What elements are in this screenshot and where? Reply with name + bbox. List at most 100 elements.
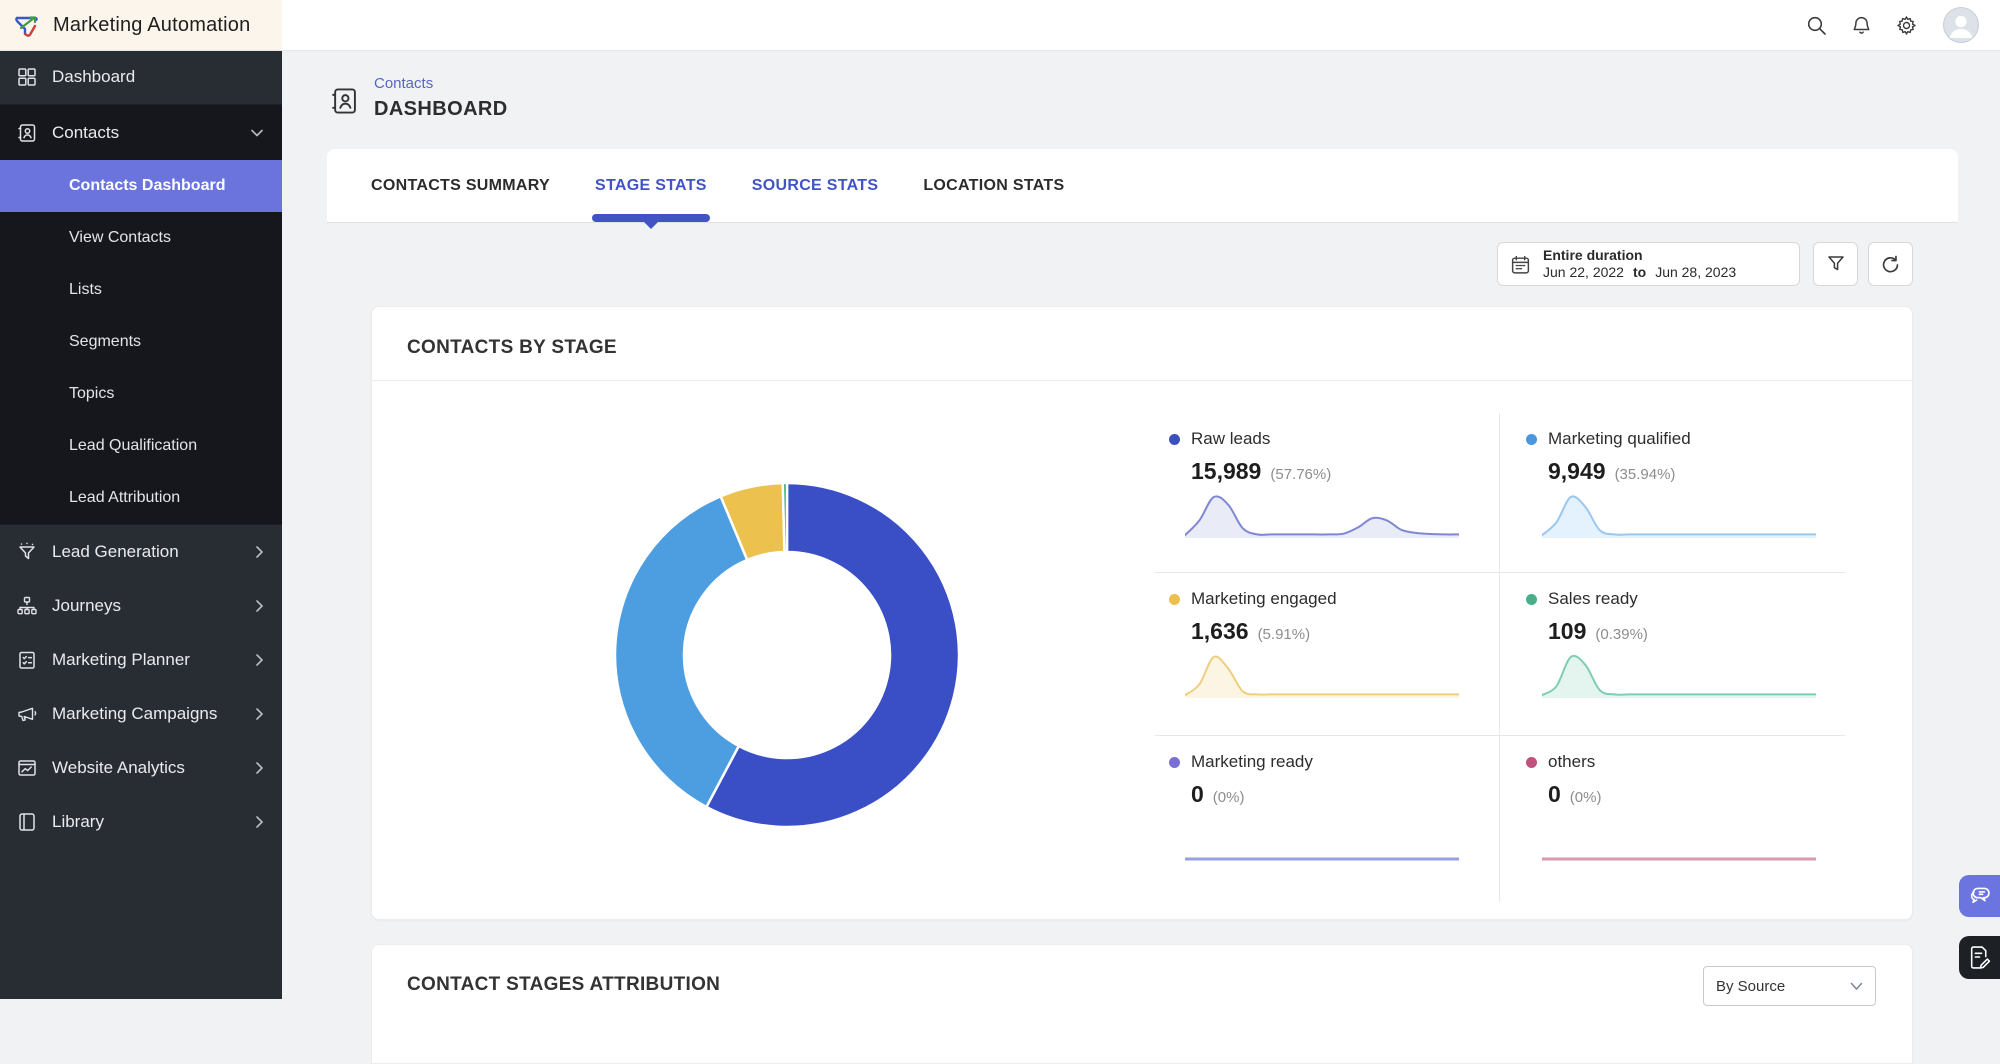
sidebar-label: Marketing Planner xyxy=(52,650,255,670)
sidebar-label: Contacts xyxy=(52,123,250,143)
divider xyxy=(372,380,1912,381)
filter-button[interactable] xyxy=(1813,242,1858,286)
stage-stats-grid: Raw leads 15,989 (57.76%) Marketing qual… xyxy=(1155,413,1845,902)
sidebar-sublabel: Segments xyxy=(69,333,141,351)
filter-funnel-icon xyxy=(1826,254,1846,274)
breadcrumb[interactable]: Contacts xyxy=(374,75,433,92)
contact-stages-attribution-card: CONTACT STAGES ATTRIBUTION By Source xyxy=(371,944,1913,1064)
stat-label: Raw leads xyxy=(1191,429,1270,449)
megaphone-icon xyxy=(16,703,38,725)
tab-location-stats[interactable]: LOCATION STATS xyxy=(923,149,1064,222)
sidebar-item-dashboard[interactable]: Dashboard xyxy=(0,50,282,104)
app-title: Marketing Automation xyxy=(53,14,250,37)
contacts-card-icon xyxy=(329,84,359,118)
sidebar-item-contacts-dashboard[interactable]: Contacts Dashboard xyxy=(0,160,282,212)
sparkline-marketing-engaged xyxy=(1185,655,1459,699)
stat-value: 9,949 xyxy=(1548,458,1606,485)
chevron-down-icon xyxy=(250,128,264,138)
sidebar-item-lead-qualification[interactable]: Lead Qualification xyxy=(0,420,282,472)
stat-percent: (0%) xyxy=(1213,789,1245,806)
sparkline-sales-ready xyxy=(1542,655,1816,699)
stat-label: others xyxy=(1548,752,1595,772)
date-range-picker[interactable]: Entire duration Jun 22, 2022toJun 28, 20… xyxy=(1497,242,1800,286)
sidebar-item-segments[interactable]: Segments xyxy=(0,316,282,368)
sidebar-item-lists[interactable]: Lists xyxy=(0,264,282,316)
stat-label: Sales ready xyxy=(1548,589,1638,609)
refresh-button[interactable] xyxy=(1868,242,1913,286)
tab-stage-stats[interactable]: STAGE STATS xyxy=(595,149,707,222)
contacts-card-icon xyxy=(16,122,38,144)
app-logo-icon xyxy=(13,10,43,40)
dropdown-value: By Source xyxy=(1716,978,1850,995)
sidebar-item-contacts[interactable]: Contacts xyxy=(0,105,282,160)
stat-value: 15,989 xyxy=(1191,458,1261,485)
sidebar-item-marketing-campaigns[interactable]: Marketing Campaigns xyxy=(0,687,282,741)
tab-contacts-summary[interactable]: CONTACTS SUMMARY xyxy=(371,149,550,222)
date-end: Jun 28, 2023 xyxy=(1655,264,1736,280)
legend-dot xyxy=(1526,434,1537,445)
stat-tile-others: others 0 (0%) xyxy=(1500,736,1845,902)
sidebar-label: Journeys xyxy=(52,596,255,616)
chevron-right-icon xyxy=(255,761,264,775)
legend-dot xyxy=(1526,757,1537,768)
settings-icon[interactable] xyxy=(1896,15,1917,36)
stat-percent: (35.94%) xyxy=(1615,466,1676,483)
dashboard-grid-icon xyxy=(16,66,38,88)
sidebar-contacts-group: Contacts Contacts Dashboard View Contact… xyxy=(0,104,282,525)
sidebar-item-topics[interactable]: Topics xyxy=(0,368,282,420)
date-start: Jun 22, 2022 xyxy=(1543,264,1624,280)
stat-value: 0 xyxy=(1548,781,1561,808)
sidebar-label: Lead Generation xyxy=(52,542,255,562)
refresh-icon xyxy=(1880,254,1901,275)
avatar[interactable] xyxy=(1943,7,1979,43)
legend-dot xyxy=(1169,757,1180,768)
sidebar-item-library[interactable]: Library xyxy=(0,795,282,849)
sidebar-item-marketing-planner[interactable]: Marketing Planner xyxy=(0,633,282,687)
sidebar-item-lead-attribution[interactable]: Lead Attribution xyxy=(0,472,282,524)
sitemap-icon xyxy=(16,595,38,617)
chevron-right-icon xyxy=(255,707,264,721)
stat-label: Marketing ready xyxy=(1191,752,1313,772)
stat-percent: (57.76%) xyxy=(1270,466,1331,483)
sidebar-sublabel: Lead Attribution xyxy=(69,489,180,507)
topbar-actions xyxy=(1782,0,1979,50)
card-title: CONTACT STAGES ATTRIBUTION xyxy=(407,974,720,996)
stat-percent: (5.91%) xyxy=(1258,626,1311,643)
sparkline-raw-leads xyxy=(1185,495,1459,539)
notifications-icon[interactable] xyxy=(1851,15,1872,36)
search-icon[interactable] xyxy=(1806,15,1827,36)
stat-tile-raw-leads: Raw leads 15,989 (57.76%) xyxy=(1155,413,1500,573)
feedback-button[interactable] xyxy=(1959,936,2000,979)
sidebar-item-view-contacts[interactable]: View Contacts xyxy=(0,212,282,264)
stat-tile-sales-ready: Sales ready 109 (0.39%) xyxy=(1500,573,1845,736)
sidebar-item-journeys[interactable]: Journeys xyxy=(0,579,282,633)
sidebar-sublabel: Contacts Dashboard xyxy=(69,177,225,195)
tab-source-stats[interactable]: SOURCE STATS xyxy=(752,149,879,222)
date-to-label: to xyxy=(1633,264,1646,280)
sparkline-marketing-ready xyxy=(1185,818,1459,862)
sidebar-item-website-analytics[interactable]: Website Analytics xyxy=(0,741,282,795)
stat-tile-marketing-qualified: Marketing qualified 9,949 (35.94%) xyxy=(1500,413,1845,573)
sidebar-label: Library xyxy=(52,812,255,832)
chat-bubbles-icon xyxy=(1967,883,1993,909)
date-range-text: Entire duration Jun 22, 2022toJun 28, 20… xyxy=(1543,247,1736,282)
clipboard-checklist-icon xyxy=(16,649,38,671)
chevron-right-icon xyxy=(255,653,264,667)
sparkline-others xyxy=(1542,818,1816,862)
document-edit-icon xyxy=(1967,945,1992,970)
chat-support-button[interactable] xyxy=(1959,875,2000,917)
stat-value: 109 xyxy=(1548,618,1586,645)
by-source-dropdown[interactable]: By Source xyxy=(1703,966,1876,1006)
book-icon xyxy=(16,811,38,833)
sidebar-sublabel: Lists xyxy=(69,281,102,299)
stat-value: 0 xyxy=(1191,781,1204,808)
funnel-sparkle-icon xyxy=(16,541,38,563)
chevron-right-icon xyxy=(255,599,264,613)
stat-tile-marketing-engaged: Marketing engaged 1,636 (5.91%) xyxy=(1155,573,1500,736)
legend-dot xyxy=(1169,434,1180,445)
sidebar: Dashboard Contacts Contacts Dashboard Vi… xyxy=(0,50,282,999)
sidebar-item-lead-generation[interactable]: Lead Generation xyxy=(0,525,282,579)
chevron-right-icon xyxy=(255,815,264,829)
stat-percent: (0.39%) xyxy=(1595,626,1648,643)
chevron-right-icon xyxy=(255,545,264,559)
